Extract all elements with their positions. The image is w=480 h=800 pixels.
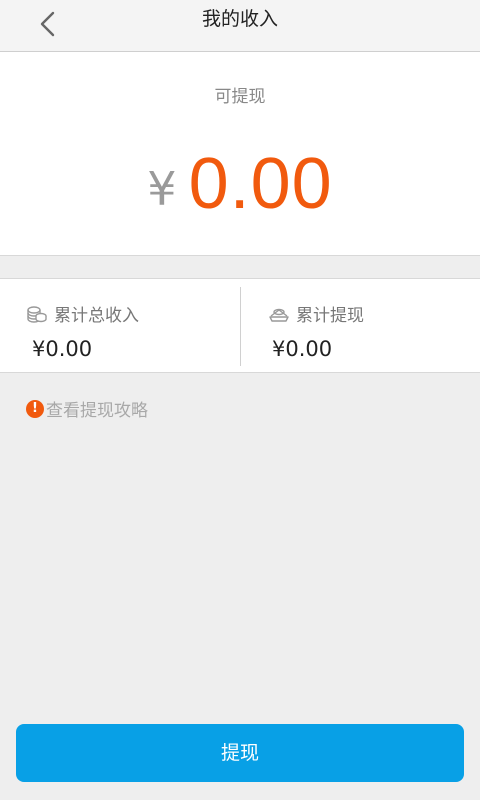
coins-icon [27, 305, 47, 323]
income-page: 我的收入 可提现 ¥ 0.00 累计总收入 ¥0.00 累计提现 ¥0.00 !… [0, 0, 480, 800]
stat-total-income: 累计总收入 ¥0.00 [0, 279, 240, 373]
balance-row: ¥ 0.00 [0, 130, 480, 220]
stats-card: 累计总收入 ¥0.00 累计提现 ¥0.00 [0, 278, 480, 373]
header-bar: 我的收入 [0, 0, 480, 52]
exclamation-circle-icon: ! [26, 399, 44, 418]
withdraw-guide-text: 查看提现攻略 [46, 401, 148, 421]
stat-total-withdrawn-value: ¥0.00 [272, 337, 333, 361]
page-title: 我的收入 [201, 8, 278, 30]
stat-total-income-value: ¥0.00 [32, 337, 93, 361]
stat-total-withdrawn-label: 累计提现 [296, 306, 364, 326]
stat-total-income-label: 累计总收入 [54, 306, 139, 326]
stat-total-withdrawn-head: 累计提现 [268, 301, 364, 326]
withdrawable-label: 可提现 [214, 87, 266, 107]
withdraw-button[interactable]: 提现 [16, 724, 464, 782]
hand-coin-icon [269, 308, 289, 322]
withdrawable-amount: 0.00 [188, 144, 333, 224]
currency-symbol: ¥ [147, 162, 177, 216]
balance-card: 可提现 ¥ 0.00 [0, 52, 480, 256]
withdraw-guide-link[interactable]: ! 查看提现攻略 [26, 396, 148, 421]
stat-total-income-head: 累计总收入 [26, 301, 139, 326]
stat-total-withdrawn: 累计提现 ¥0.00 [240, 279, 480, 373]
